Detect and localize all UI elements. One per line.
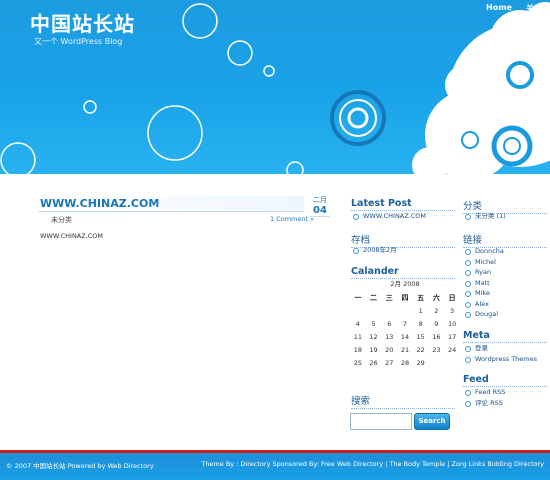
archive-item[interactable]: 2008年2月 <box>351 245 397 256</box>
calendar-day: 2 <box>434 306 439 315</box>
latest-post-list: WWW.CHINAZ.COM <box>351 211 426 222</box>
archives-list: 2008年2月 <box>351 245 397 256</box>
nav-home[interactable]: Home <box>486 3 512 14</box>
calendar-day: 12 <box>369 332 378 341</box>
footer-credits: Theme By : Directory Sponsored By: Free … <box>201 460 544 468</box>
calendar-day: 26 <box>369 358 378 367</box>
link-item[interactable]: Ryan <box>463 267 504 278</box>
calendar-day: 16 <box>432 332 441 341</box>
search-input[interactable] <box>350 413 412 430</box>
weekday-header: 六 <box>432 293 440 302</box>
bubble-outline <box>227 40 253 66</box>
calendar-day: 24 <box>447 345 457 354</box>
calendar-day: 1 <box>418 306 423 315</box>
calendar-day: 28 <box>400 358 410 367</box>
calendar-day: 10 <box>447 319 457 328</box>
feed-item[interactable]: 评论 RSS <box>463 398 505 409</box>
feed-item[interactable]: Feed RSS <box>463 387 505 398</box>
bubble-ring <box>347 107 369 129</box>
link-item[interactable]: Donncha <box>463 246 504 257</box>
top-navigation: Home 关于 <box>486 3 542 14</box>
footer-copyright: © 2007 中国站长站 Powered by Web Directory <box>6 462 154 470</box>
bubble <box>445 65 485 105</box>
links-list: Donncha Michel Ryan Matt Mike Alex Douga… <box>463 246 504 320</box>
calendar-day: 15 <box>416 332 425 341</box>
site-description: 又一个 WordPress Blog <box>34 37 123 46</box>
calendar-day: 23 <box>432 345 441 354</box>
calendar-caption: 2月 2008 <box>390 280 420 288</box>
calendar-day: 19 <box>369 345 378 354</box>
calendar-day: 21 <box>400 345 410 354</box>
post-comments-link[interactable]: 1 Comment » <box>270 215 314 223</box>
meta-title: Meta <box>463 330 547 343</box>
post-title-bar: WWW.CHINAZ.COM <box>38 196 304 212</box>
calendar-day <box>366 304 382 317</box>
bubble-outline <box>0 142 36 174</box>
weekday-header: 日 <box>448 293 456 302</box>
link-item[interactable]: Matt <box>463 278 504 289</box>
feed-list: Feed RSS 评论 RSS <box>463 387 505 408</box>
category-item[interactable]: 未分类 (1) <box>463 211 506 222</box>
weekday-header: 二 <box>370 293 378 302</box>
post-category-link[interactable]: 未分类 <box>51 215 72 225</box>
search-button[interactable]: Search <box>414 413 450 430</box>
meta-item[interactable]: 登录 <box>463 343 537 354</box>
calendar-day <box>429 356 445 369</box>
feed-title: Feed <box>463 374 547 387</box>
calendar-day: 29 <box>416 358 425 367</box>
post-body: WWW.CHINAZ.COM <box>40 232 104 240</box>
calendar-day: 11 <box>353 332 362 341</box>
bubble-outline <box>182 3 218 39</box>
calendar-day: 9 <box>434 319 439 328</box>
calendar-day <box>397 304 413 317</box>
calendar-day: 14 <box>400 332 410 341</box>
calendar-day: 6 <box>387 319 392 328</box>
calendar-day <box>444 356 460 369</box>
calendar-day: 17 <box>447 332 457 341</box>
weekday-header: 五 <box>417 293 425 302</box>
latest-post-title: Latest Post <box>351 198 455 211</box>
bubble-outline <box>263 65 275 77</box>
calendar-day: 8 <box>418 319 423 328</box>
bubble-outline <box>286 161 304 174</box>
calendar-day <box>381 304 397 317</box>
post-title-link[interactable]: WWW.CHINAZ.COM <box>40 197 159 210</box>
post-date: 二月 04 <box>310 196 330 217</box>
weekday-header: 三 <box>385 293 393 302</box>
calendar: 2月 2008 一 二 三 四 五 六 日 1 2 3 4 5 6 7 8 9 … <box>350 278 460 369</box>
search-title: 搜索 <box>351 393 455 409</box>
calendar-day: 7 <box>402 319 408 328</box>
site-title[interactable]: 中国站长站 <box>30 8 135 37</box>
link-item[interactable]: Dougal <box>463 309 504 320</box>
calendar-day[interactable]: 4 <box>350 317 366 330</box>
nav-about[interactable]: 关于 <box>526 3 542 14</box>
calendar-day: 20 <box>385 345 394 354</box>
site-footer: © 2007 中国站长站 Powered by Web Directory Th… <box>0 450 550 480</box>
post-month: 二月 <box>313 196 327 204</box>
weekday-header: 四 <box>401 293 409 302</box>
calendar-day: 5 <box>371 319 376 328</box>
latest-post-item[interactable]: WWW.CHINAZ.COM <box>351 211 426 222</box>
calendar-day: 13 <box>385 332 394 341</box>
site-header: 中国站长站 又一个 WordPress Blog Home 关于 <box>0 0 550 174</box>
calendar-day: 18 <box>353 345 362 354</box>
calendar-day: 22 <box>416 345 425 354</box>
bubble-ring <box>339 99 377 137</box>
bubble-outline <box>83 100 97 114</box>
weekday-header: 一 <box>354 293 362 302</box>
categories-list: 未分类 (1) <box>463 211 506 222</box>
calendar-day: 3 <box>450 306 455 315</box>
meta-list: 登录 Wordpress Themes <box>463 343 537 364</box>
calendar-day <box>350 304 366 317</box>
meta-item[interactable]: Wordpress Themes <box>463 354 537 365</box>
calendar-day: 27 <box>385 358 394 367</box>
link-item[interactable]: Mike <box>463 288 504 299</box>
calendar-day: 25 <box>353 358 362 367</box>
calendar-table: 一 二 三 四 五 六 日 1 2 3 4 5 6 7 8 9 10 11 12… <box>350 291 460 369</box>
link-item[interactable]: Michel <box>463 257 504 268</box>
bubble-outline <box>147 105 203 161</box>
link-item[interactable]: Alex <box>463 299 504 310</box>
